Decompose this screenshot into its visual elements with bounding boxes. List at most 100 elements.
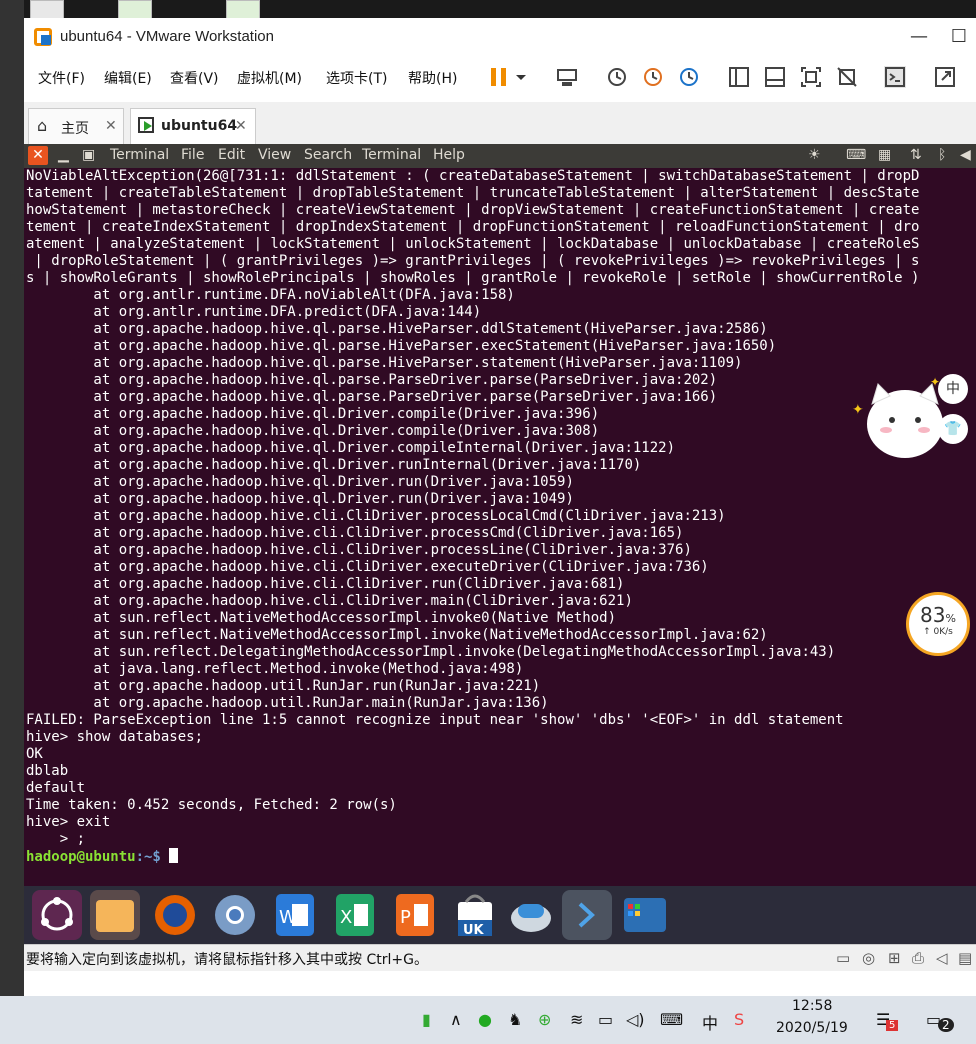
tab-home-label: 主页 — [61, 121, 89, 137]
unity-icon[interactable] — [836, 66, 858, 88]
menu-edit[interactable]: 编辑(E) — [104, 68, 152, 88]
terminal-close-button[interactable]: ✕ — [28, 146, 48, 165]
snapshot-manager-icon[interactable] — [678, 66, 700, 88]
cd-rom-icon[interactable]: ◎ — [862, 949, 875, 967]
hard-disk-icon[interactable]: ▭ — [836, 949, 850, 967]
chromium-icon[interactable] — [210, 890, 260, 940]
desktop-file-icon[interactable] — [30, 0, 64, 20]
tab-ubuntu64[interactable]: ubuntu64 ✕ — [130, 108, 256, 144]
usb-icon[interactable]: ▤ — [958, 949, 972, 967]
prompt-user: hadoop@ubuntu — [26, 849, 136, 865]
stretch-icon[interactable] — [934, 66, 956, 88]
thumbnail-bar-icon[interactable] — [764, 66, 786, 88]
volume-icon[interactable]: ◀ — [960, 147, 971, 163]
snapshot-icon[interactable] — [606, 66, 628, 88]
battery-icon[interactable]: ▮ — [422, 1010, 431, 1029]
cat-sticker-image: ✦ ✦ — [850, 374, 950, 464]
calendar-icon[interactable]: ▦ — [878, 147, 891, 163]
ubuntu-dash-icon[interactable] — [32, 890, 82, 940]
menu-vm[interactable]: 虚拟机(M) — [237, 68, 302, 88]
menu-help[interactable]: 帮助(H) — [408, 68, 457, 88]
software-center-icon[interactable]: UK — [450, 890, 500, 940]
terminal-line: atement | analyzeStatement | lockStateme… — [26, 236, 920, 252]
workspace-icon[interactable] — [620, 890, 670, 940]
revert-snapshot-icon[interactable] — [642, 66, 664, 88]
clock-date[interactable]: 2020/5/19 — [776, 1020, 848, 1036]
speed-percent-sign: % — [945, 612, 956, 625]
terminal-line: at org.apache.hadoop.hive.ql.Driver.comp… — [26, 423, 600, 439]
terminal-line: at sun.reflect.NativeMethodAccessorImpl.… — [26, 627, 768, 643]
guest-menu-help[interactable]: Help — [433, 147, 465, 163]
network-speed-widget[interactable]: 83% ↑ 0K/s — [906, 592, 970, 656]
vm-running-icon — [138, 117, 154, 133]
power-icon[interactable]: ▭ — [598, 1010, 613, 1029]
firefox-icon[interactable] — [150, 890, 200, 940]
send-ctrl-alt-del-icon[interactable] — [556, 66, 578, 88]
volume-icon[interactable]: ◁) — [626, 1010, 645, 1029]
ime-indicator[interactable]: 中 — [702, 1010, 718, 1034]
sogou-icon[interactable]: S — [734, 1010, 744, 1029]
calc-icon[interactable]: X — [330, 890, 380, 940]
terminal-output[interactable]: NoViableAltException(26@[731:1: ddlState… — [26, 168, 974, 878]
terminal-icon[interactable] — [562, 890, 612, 940]
network-icon[interactable]: ⇅ — [910, 147, 922, 163]
console-view-icon[interactable] — [884, 66, 906, 88]
menu-file[interactable]: 文件(F) — [38, 68, 85, 88]
terminal-line: hive> exit — [26, 814, 111, 830]
desktop-file-icon[interactable] — [226, 0, 260, 20]
keyboard-icon[interactable]: ⌨ — [846, 147, 866, 163]
menu-view[interactable]: 查看(V) — [170, 68, 219, 88]
terminal-line: FAILED: ParseException line 1:5 cannot r… — [26, 712, 844, 728]
minimize-icon[interactable]: ▁ — [58, 147, 69, 163]
bluetooth-icon[interactable]: ᛒ — [938, 147, 946, 163]
terminal-line: at org.apache.hadoop.util.RunJar.run(Run… — [26, 678, 541, 694]
printer-icon[interactable]: ⎙ — [912, 949, 924, 967]
fullscreen-icon[interactable] — [800, 66, 822, 88]
guest-menu-edit[interactable]: Edit — [218, 147, 245, 163]
impress-icon[interactable]: P — [390, 890, 440, 940]
terminal-line: at org.apache.hadoop.hive.cli.CliDriver.… — [26, 593, 633, 609]
terminal-line: at org.apache.hadoop.hive.ql.Driver.run(… — [26, 474, 574, 490]
menu-tabs[interactable]: 选项卡(T) — [326, 68, 387, 88]
writer-icon[interactable]: W — [270, 890, 320, 940]
vm-status-bar: 要将输入定向到该虚拟机，请将鼠标指针移入其中或按 Ctrl+G。 ▭ ◎ ⊞ ⎙… — [24, 944, 976, 971]
sidebar-icon[interactable] — [728, 66, 750, 88]
add-icon[interactable]: ⊕ — [538, 1010, 551, 1029]
files-icon[interactable] — [90, 890, 140, 940]
guest-screen[interactable]: ✕ ▁ ▣ Terminal File Edit View Search Ter… — [24, 144, 976, 944]
desktop-file-icon[interactable] — [118, 0, 152, 20]
terminal-prompt-line[interactable]: hadoop@ubuntu:~$ — [26, 848, 974, 865]
chevron-down-icon[interactable] — [514, 66, 536, 88]
pause-icon[interactable] — [488, 66, 510, 88]
minimize-button[interactable]: — — [904, 26, 934, 47]
guest-menu-view[interactable]: View — [258, 147, 291, 163]
guest-menu-file[interactable]: File — [181, 147, 204, 163]
keyboard-icon[interactable]: ⌨ — [660, 1010, 683, 1029]
sound-card-icon[interactable]: ◁ — [936, 949, 948, 967]
maximize-button[interactable]: ☐ — [944, 26, 974, 47]
desktop-background — [0, 0, 24, 1000]
weather-icon[interactable]: ☀ — [808, 147, 821, 163]
chevron-up-icon[interactable]: ∧ — [450, 1010, 462, 1029]
settings-icon[interactable] — [506, 890, 556, 940]
network-adapter-icon[interactable]: ⊞ — [888, 949, 901, 967]
terminal-line: > ; — [26, 831, 86, 847]
wifi-icon[interactable]: ≋ — [570, 1010, 583, 1029]
clock-time[interactable]: 12:58 — [792, 998, 832, 1014]
terminal-line: tement | createIndexStatement | dropInde… — [26, 219, 920, 235]
maximize-icon[interactable]: ▣ — [82, 147, 95, 163]
guest-top-bar: ✕ ▁ ▣ Terminal File Edit View Search Ter… — [24, 144, 976, 168]
terminal-line: NoViableAltException(26@[731:1: ddlState… — [26, 168, 920, 184]
guest-menu-terminal[interactable]: Terminal — [362, 147, 421, 163]
terminal-line: at org.apache.hadoop.hive.cli.CliDriver.… — [26, 508, 726, 524]
qq-icon[interactable]: ♞ — [508, 1010, 522, 1029]
close-icon[interactable]: ✕ — [105, 118, 117, 134]
text-cursor — [169, 848, 179, 863]
tshirt-icon[interactable]: 👕 — [938, 414, 968, 444]
prompt-path: :~$ — [135, 849, 170, 865]
tab-home[interactable]: ⌂ 主页 ✕ — [28, 108, 124, 144]
wechat-icon[interactable]: ● — [478, 1010, 492, 1029]
guest-menu-search[interactable]: Search — [304, 147, 352, 163]
close-icon[interactable]: ✕ — [235, 118, 247, 134]
ime-bubble[interactable]: 中 — [938, 374, 968, 404]
